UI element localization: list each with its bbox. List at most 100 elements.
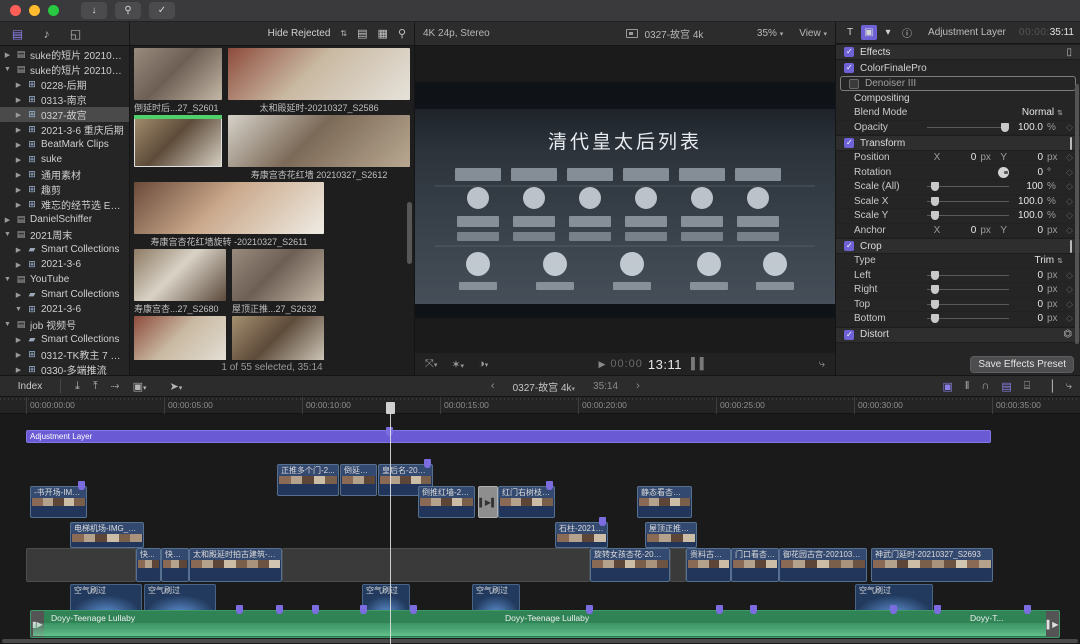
filmstrip-view-icon[interactable]: ▦ [378,27,388,40]
clip-thumbnail[interactable] [232,316,324,360]
zoom-window-button[interactable] [48,5,59,16]
sidebar-item[interactable]: ▤ 2021周末 [0,227,129,242]
video-clip[interactable]: 神武门延时-20210327_S2693 [871,548,993,582]
rotation-dial[interactable] [998,166,1009,178]
x-value[interactable]: 0 [946,152,977,163]
audio-clip[interactable]: 空气刷过 [70,584,142,612]
libraries-icon[interactable]: ▤ [10,27,25,41]
sidebar-item[interactable]: ⊞ 0327-故宫 [0,107,129,122]
clip-marker[interactable] [599,517,606,526]
video-clip[interactable]: -书开场-IMG_0977 [30,486,87,518]
insert-clip-icon[interactable]: ⤒ [93,380,98,393]
transform-onscreen-controls-icon[interactable] [1070,136,1072,150]
parameter-value[interactable]: 0 [1013,167,1043,178]
parameter-value[interactable]: 0 [1013,284,1043,295]
audio-clip[interactable]: 空气刷过 [472,584,520,612]
browser-clip[interactable]: 御花园杏...27_S2685 [232,316,324,360]
timeline-gap[interactable] [282,548,590,582]
import-media-button[interactable]: ↓ [81,2,107,19]
parameter-row[interactable]: Rotation 0 ° ◇ [836,166,1080,180]
minimize-window-button[interactable] [29,5,40,16]
clip-thumbnail[interactable] [134,115,223,167]
headphones-icon[interactable]: ∩ [981,380,989,392]
zoom-timeline-icon[interactable]: ⎟ [1048,380,1054,393]
disclosure-triangle-icon[interactable] [14,261,23,269]
video-clip[interactable]: 电梯机场-IMG_1081 [70,522,144,548]
transform-enable-checkbox[interactable] [844,138,854,148]
audio-clip[interactable]: 空气刷过 [362,584,410,612]
playhead[interactable] [390,414,391,644]
sidebar-item[interactable]: ⊞ 难忘的经节选 Event [0,197,129,212]
video-clip[interactable]: 御花园古宫-20210327_S2664 [779,548,867,582]
sidebar-item[interactable]: ▤ DanielSchiffer [0,212,129,227]
clip-thumbnail[interactable] [228,48,410,100]
x-value[interactable]: 0 [946,225,977,236]
music-marker[interactable] [410,605,417,614]
music-marker[interactable] [1024,605,1031,614]
chevron-updown-icon[interactable]: ⇅ [340,29,347,38]
browser-scrollbar[interactable] [407,202,412,264]
parameter-row[interactable]: Scale Y 100.0% ◇ [836,209,1080,224]
clip-thumbnail[interactable] [134,182,324,234]
parameter-slider[interactable] [927,182,1009,192]
timeline-horizontal-scrollbar[interactable] [2,639,1078,643]
disclosure-triangle-icon[interactable] [14,156,23,164]
sidebar-item[interactable]: ⊞ 2021-3-6 重庆后期 [0,122,129,137]
disclosure-triangle-icon[interactable] [3,321,12,328]
sidebar-item[interactable]: ⊞ BeatMark Clips [0,137,129,152]
disclosure-triangle-icon[interactable] [14,336,23,344]
music-end-handle[interactable]: ▌▶ [1046,611,1059,637]
effect-item-denoiser[interactable]: Denoiser III [840,76,1076,91]
video-clip[interactable]: 快推... [161,548,189,582]
audio-clip[interactable]: 空气刷过 [144,584,216,612]
clip-marker[interactable] [424,459,431,468]
transition-clip[interactable]: ▌▶▌ [478,486,498,518]
browser-clip[interactable]: 倒延时后...27_S2601 [134,48,223,114]
disclosure-triangle-icon[interactable] [3,276,12,283]
video-clip[interactable]: 快... [136,548,161,582]
effects-options-icon[interactable]: ▯ [1066,47,1072,58]
clip-marker[interactable] [546,481,553,490]
clip-thumbnail[interactable] [134,249,226,301]
browser-clip[interactable]: 御花园古...27_S2664 [134,316,226,360]
connect-clip-icon[interactable]: ⤑ [111,380,120,393]
browser-clip[interactable]: 屋顶正推...27_S2632 [232,249,324,315]
opacity-row[interactable]: Opacity 100.0 % ◇ [836,121,1080,135]
disclosure-triangle-icon[interactable] [14,186,23,194]
sidebar-item[interactable]: ▤ YouTube [0,272,129,287]
clip-thumbnail[interactable] [228,115,410,167]
effects-enable-checkbox[interactable] [844,47,854,57]
disclosure-triangle-icon[interactable] [14,141,23,149]
browser-clip[interactable]: 寿康宫杏花红墙旋转 -20210327_S2611 [134,182,324,248]
previous-project-button[interactable]: ‹ [491,380,495,392]
select-tool-icon[interactable]: ➤▾ [169,380,182,393]
color-tool-icon[interactable]: ◑▾ [478,358,488,370]
browser-filmstrip-grid[interactable]: 倒延时后...27_S2601 太和殿延时-20210327_S2586 寿康宫杏花… [130,46,414,360]
sidebar-item[interactable]: ⊞ 2021-3-6 [0,302,129,317]
disclosure-triangle-icon[interactable] [3,51,12,59]
y-value[interactable]: 0 [1013,225,1043,236]
search-icon[interactable]: ⚲ [398,27,406,40]
sidebar-item[interactable]: ⊞ 0313-南京 [0,92,129,107]
close-window-button[interactable] [10,5,21,16]
disclosure-triangle-icon[interactable] [14,126,23,134]
video-clip[interactable]: 屋顶正推杏树... [645,522,697,548]
music-marker[interactable] [312,605,319,614]
timeline-canvas[interactable]: Adjustment Layer 正推多个门-2... 倒延时... 皇后名-2021… [0,414,1080,644]
effects-tool-icon[interactable]: ✶▾ [451,358,464,371]
parameter-slider[interactable] [927,270,1009,280]
parameter-row[interactable]: Anchor X 0 px Y 0 px ◇ [836,224,1080,238]
music-marker[interactable] [236,605,243,614]
transform-group-header[interactable]: Transform [836,135,1080,151]
parameter-row[interactable]: Scale (All) 100% ◇ [836,180,1080,195]
disclosure-triangle-icon[interactable] [3,66,12,73]
disclosure-triangle-icon[interactable] [14,306,23,313]
rate-favorite-button[interactable]: ✓ [149,2,175,19]
parameter-value[interactable]: 0 [1013,299,1043,310]
sidebar-item[interactable]: ⊞ 趣剪 [0,182,129,197]
crop-type-row[interactable]: Type Trim ⇅ [836,254,1080,269]
disclosure-triangle-icon[interactable] [3,231,12,238]
video-clip[interactable]: 太和殿延时拍古建筑-2021032... [189,548,282,582]
sidebar-item[interactable]: ⊞ 0312-TK教主 7 点... [0,347,129,362]
browser-clip[interactable] [134,115,223,181]
